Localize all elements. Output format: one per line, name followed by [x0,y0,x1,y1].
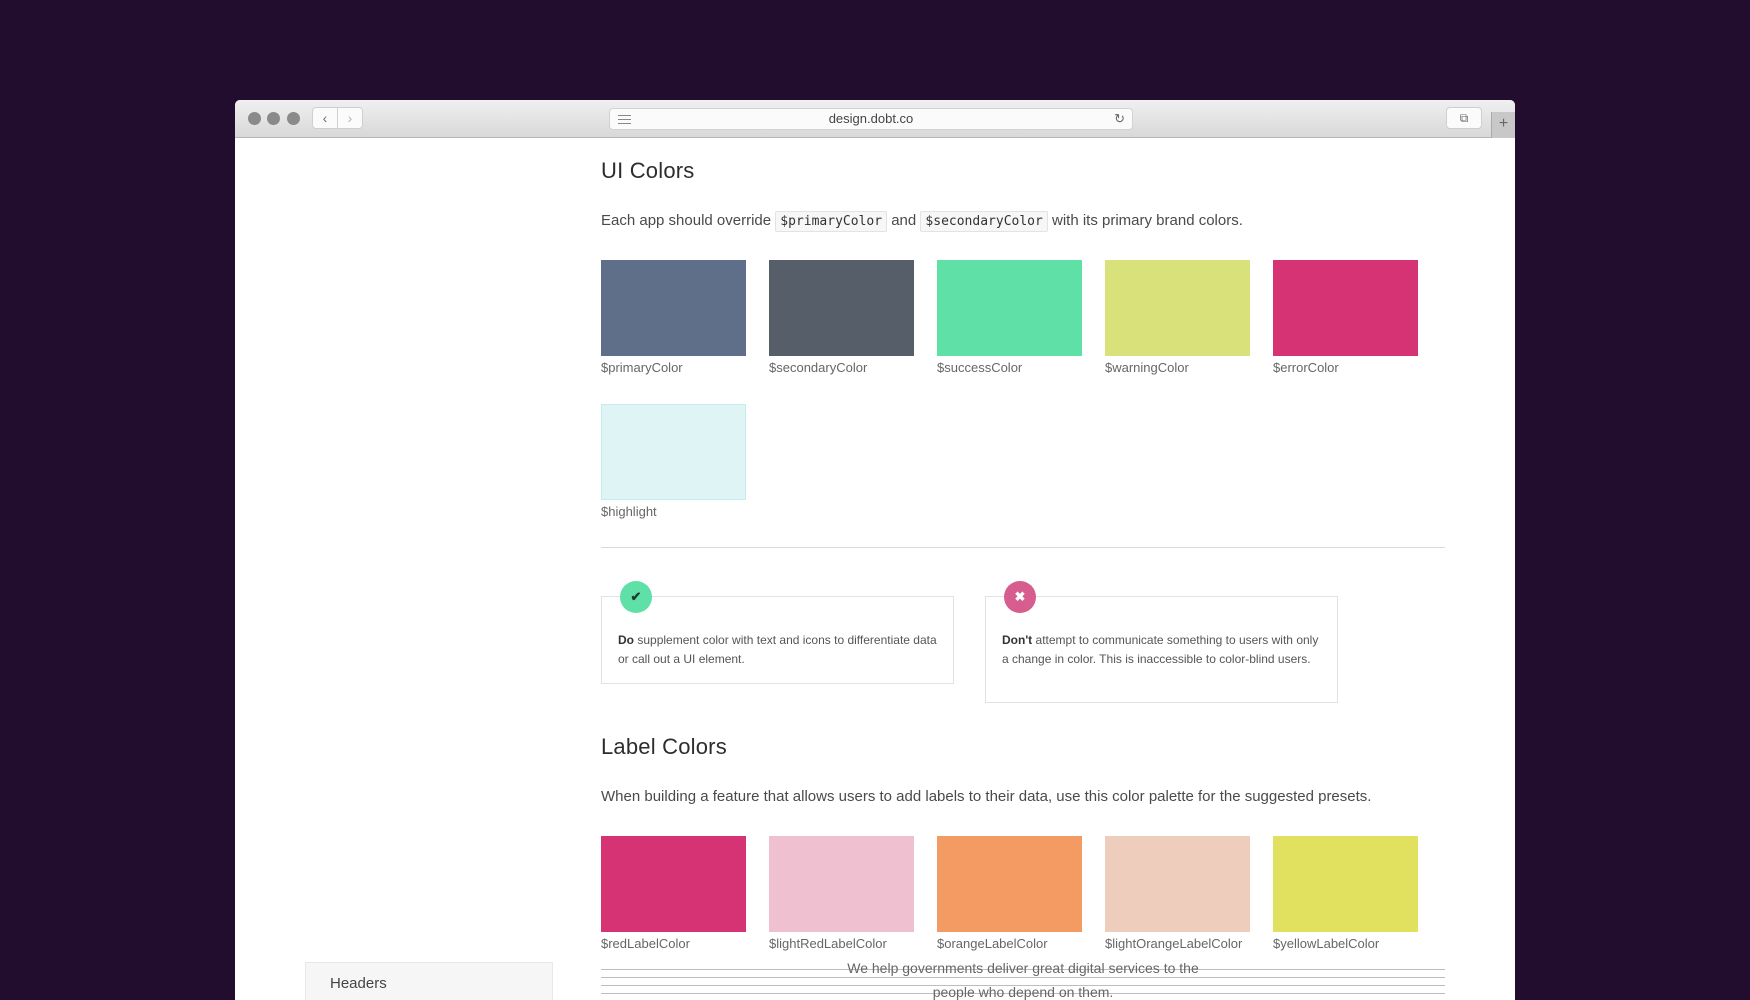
section-title-label-colors: Label Colors [601,734,727,759]
swatch-yellow-label-color: $yellowLabelColor [1273,836,1418,951]
swatch-box [1273,260,1418,356]
sidebar-item-label: Headers [330,975,387,992]
swatch-label: $yellowLabelColor [1273,936,1380,951]
swatch-box [601,836,746,932]
back-button[interactable]: ‹ [312,107,338,129]
ui-colors-intro: Each app should override $primaryColor a… [601,211,1243,232]
swatch-box [1105,836,1250,932]
swatch-label: $errorColor [1273,360,1339,375]
swatch-light-orange-label-color: $lightOrangeLabelColor [1105,836,1250,951]
plus-icon: + [1498,115,1509,132]
tabs-icon: ⧉ [1459,111,1469,125]
swatch-box [937,836,1082,932]
swatch-error-color: $errorColor [1273,260,1418,375]
swatch-label: $redLabelColor [601,936,690,951]
dont-card: ✖ Don't attempt to communicate something… [985,581,1338,703]
code-primary-color: $primaryColor [775,211,888,232]
swatch-red-label-color: $redLabelColor [601,836,746,951]
zoom-window-button[interactable] [287,112,300,125]
swatch-light-red-label-color: $lightRedLabelColor [769,836,914,951]
browser-titlebar: ‹ › design.dobt.co ↻ ⧉ + [235,100,1515,138]
footer-line: people who depend on them. [932,984,1114,1000]
sidebar-item-headers[interactable]: Headers [305,962,553,1000]
swatch-box [601,404,746,500]
swatch-success-color: $successColor [937,260,1082,375]
code-secondary-color: $secondaryColor [920,211,1048,232]
footer-tagline: We help governments deliver great digita… [601,956,1445,1000]
swatch-warning-color: $warningColor [1105,260,1250,375]
swatch-box [769,836,914,932]
swatch-highlight: $highlight [601,404,746,519]
page-content: UI Colors Each app should override $prim… [235,138,1515,1000]
new-tab-button[interactable]: + [1491,112,1515,138]
swatch-label: $secondaryColor [769,360,868,375]
swatch-label: $lightRedLabelColor [769,936,887,951]
show-tabs-button[interactable]: ⧉ [1446,107,1482,129]
browser-window: ‹ › design.dobt.co ↻ ⧉ + UI Colors Each … [235,100,1515,1000]
address-bar[interactable]: design.dobt.co ↻ [609,108,1133,130]
do-card: ✔ Do supplement color with text and icon… [601,581,954,684]
swatch-box [601,260,746,356]
url-text: design.dobt.co [828,111,914,126]
swatch-label: $successColor [937,360,1023,375]
dont-heading: Don't [1002,633,1033,647]
close-window-button[interactable] [248,112,261,125]
do-text: supplement color with text and icons to … [618,633,937,666]
swatch-label: $primaryColor [601,360,683,375]
intro-text: Each app should override [601,212,772,229]
label-colors-intro: When building a feature that allows user… [601,788,1372,805]
footer-line: We help governments deliver great digita… [847,960,1199,976]
swatch-box [769,260,914,356]
dont-text: attempt to communicate something to user… [1002,633,1319,666]
swatch-box [1273,836,1418,932]
minimize-window-button[interactable] [267,112,280,125]
section-title-ui-colors: UI Colors [601,158,695,183]
swatch-box [937,260,1082,356]
swatch-secondary-color: $secondaryColor [769,260,914,375]
swatch-label: $orangeLabelColor [937,936,1048,951]
reader-view-icon[interactable] [618,115,631,124]
intro-text: with its primary brand colors. [1052,212,1243,229]
do-heading: Do [618,633,634,647]
reload-icon[interactable]: ↻ [1114,109,1125,129]
swatch-orange-label-color: $orangeLabelColor [937,836,1082,951]
section-divider [601,547,1445,548]
chevron-right-icon: › [347,110,353,126]
swatch-label: $lightOrangeLabelColor [1105,936,1243,951]
swatch-label: $warningColor [1105,360,1189,375]
swatch-box [1105,260,1250,356]
cross-icon: ✖ [1004,581,1036,613]
checkmark-icon: ✔ [620,581,652,613]
swatch-primary-color: $primaryColor [601,260,746,375]
swatch-label: $highlight [601,504,657,519]
forward-button[interactable]: › [337,107,363,129]
intro-text: and [891,212,917,229]
chevron-left-icon: ‹ [322,110,328,126]
